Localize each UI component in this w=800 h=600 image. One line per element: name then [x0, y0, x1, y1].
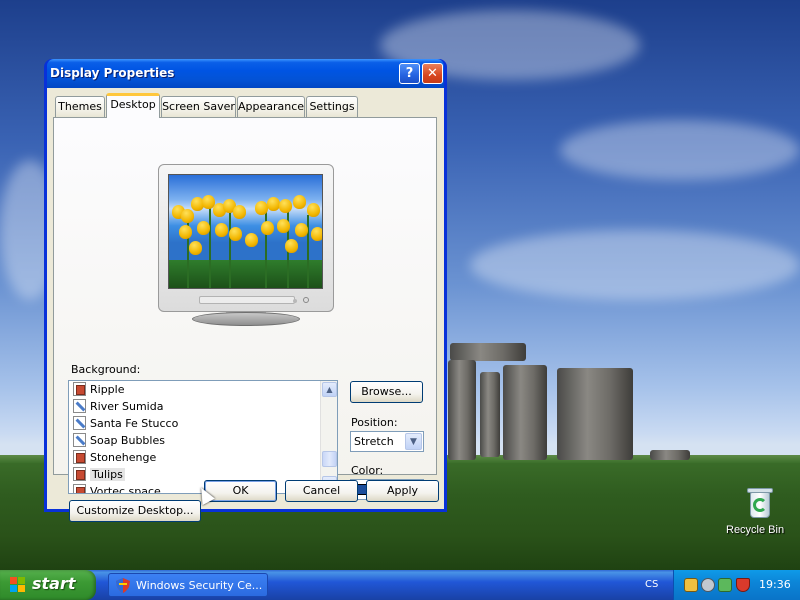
position-select[interactable]: Stretch ▼: [350, 431, 424, 452]
title-bar[interactable]: Display Properties ? ✕: [47, 59, 444, 88]
cancel-button[interactable]: Cancel: [285, 480, 358, 502]
speaker-icon[interactable]: [701, 578, 715, 592]
tab-appearance[interactable]: Appearance: [237, 96, 305, 117]
windows-logo-icon: [10, 577, 26, 593]
tab-settings[interactable]: Settings: [306, 96, 358, 117]
sync-icon[interactable]: [718, 578, 732, 592]
network-icon[interactable]: [684, 578, 698, 592]
picture-icon: [73, 484, 86, 493]
display-properties-window: Display Properties ? ✕ Themes Desktop Sc…: [44, 59, 447, 522]
position-label: Position:: [351, 416, 398, 429]
scroll-up-icon[interactable]: ▲: [322, 382, 337, 397]
desktop-tab-panel: Background: Ripple River Sumida Santa Fe…: [53, 117, 437, 522]
security-shield-icon: [116, 578, 130, 593]
taskbar-button-security-center[interactable]: Windows Security Ce...: [108, 573, 268, 597]
wallpaper-preview: [168, 174, 323, 289]
background-listbox[interactable]: Ripple River Sumida Santa Fe Stucco Soap…: [68, 380, 338, 494]
listbox-scrollbar[interactable]: ▲ ▼: [320, 381, 337, 493]
chevron-down-icon[interactable]: ▼: [405, 433, 422, 450]
stone: [503, 365, 547, 460]
tab-screen-saver[interactable]: Screen Saver: [161, 96, 236, 117]
stone: [480, 372, 500, 457]
cloud: [560, 120, 800, 180]
browse-button[interactable]: Browse...: [350, 381, 423, 403]
stone: [448, 360, 476, 460]
picture-icon: [73, 467, 86, 481]
taskbar: start Windows Security Ce... CS 19:36: [0, 570, 800, 600]
paint-icon: [73, 416, 86, 430]
cloud: [470, 230, 800, 300]
window-title: Display Properties: [50, 66, 175, 80]
stone-lintel: [450, 343, 526, 361]
list-item[interactable]: Ripple: [73, 382, 318, 398]
scroll-thumb[interactable]: [322, 451, 337, 467]
customize-desktop-button[interactable]: Customize Desktop...: [69, 500, 201, 522]
clock[interactable]: 19:36: [759, 578, 791, 591]
list-item[interactable]: River Sumida: [73, 399, 318, 415]
list-item[interactable]: Stonehenge: [73, 450, 318, 466]
help-button[interactable]: ?: [399, 63, 420, 84]
background-label: Background:: [71, 363, 141, 376]
paint-icon: [73, 399, 86, 413]
picture-icon: [73, 450, 86, 464]
close-button[interactable]: ✕: [422, 63, 443, 84]
start-button[interactable]: start: [0, 570, 96, 600]
system-tray: 19:36: [673, 570, 800, 600]
power-led: [303, 297, 309, 303]
list-item-selected[interactable]: Tulips: [73, 467, 318, 483]
apply-button[interactable]: Apply: [366, 480, 439, 502]
language-indicator[interactable]: CS: [645, 579, 658, 590]
monitor-preview: [158, 164, 334, 312]
tab-themes[interactable]: Themes: [55, 96, 105, 117]
recycle-bin-label: Recycle Bin: [726, 524, 785, 536]
security-alert-icon[interactable]: [736, 578, 750, 592]
color-label: Color:: [351, 464, 384, 477]
paint-icon: [73, 433, 86, 447]
start-label: start: [32, 574, 76, 593]
recycle-bin-icon: [745, 486, 775, 520]
monitor-stand: [192, 312, 300, 326]
list-item[interactable]: Soap Bubbles: [73, 433, 318, 449]
picture-icon: [73, 382, 86, 396]
tab-desktop[interactable]: Desktop: [106, 93, 160, 118]
recycle-bin-desktop-icon[interactable]: Recycle Bin: [726, 486, 794, 536]
monitor-button: [293, 299, 297, 303]
stone: [650, 450, 690, 460]
stone: [557, 368, 633, 460]
ok-button[interactable]: OK: [204, 480, 277, 502]
dialog-body: Themes Desktop Screen Saver Appearance S…: [47, 88, 444, 522]
monitor-bezel: [199, 296, 295, 304]
list-item[interactable]: Santa Fe Stucco: [73, 416, 318, 432]
